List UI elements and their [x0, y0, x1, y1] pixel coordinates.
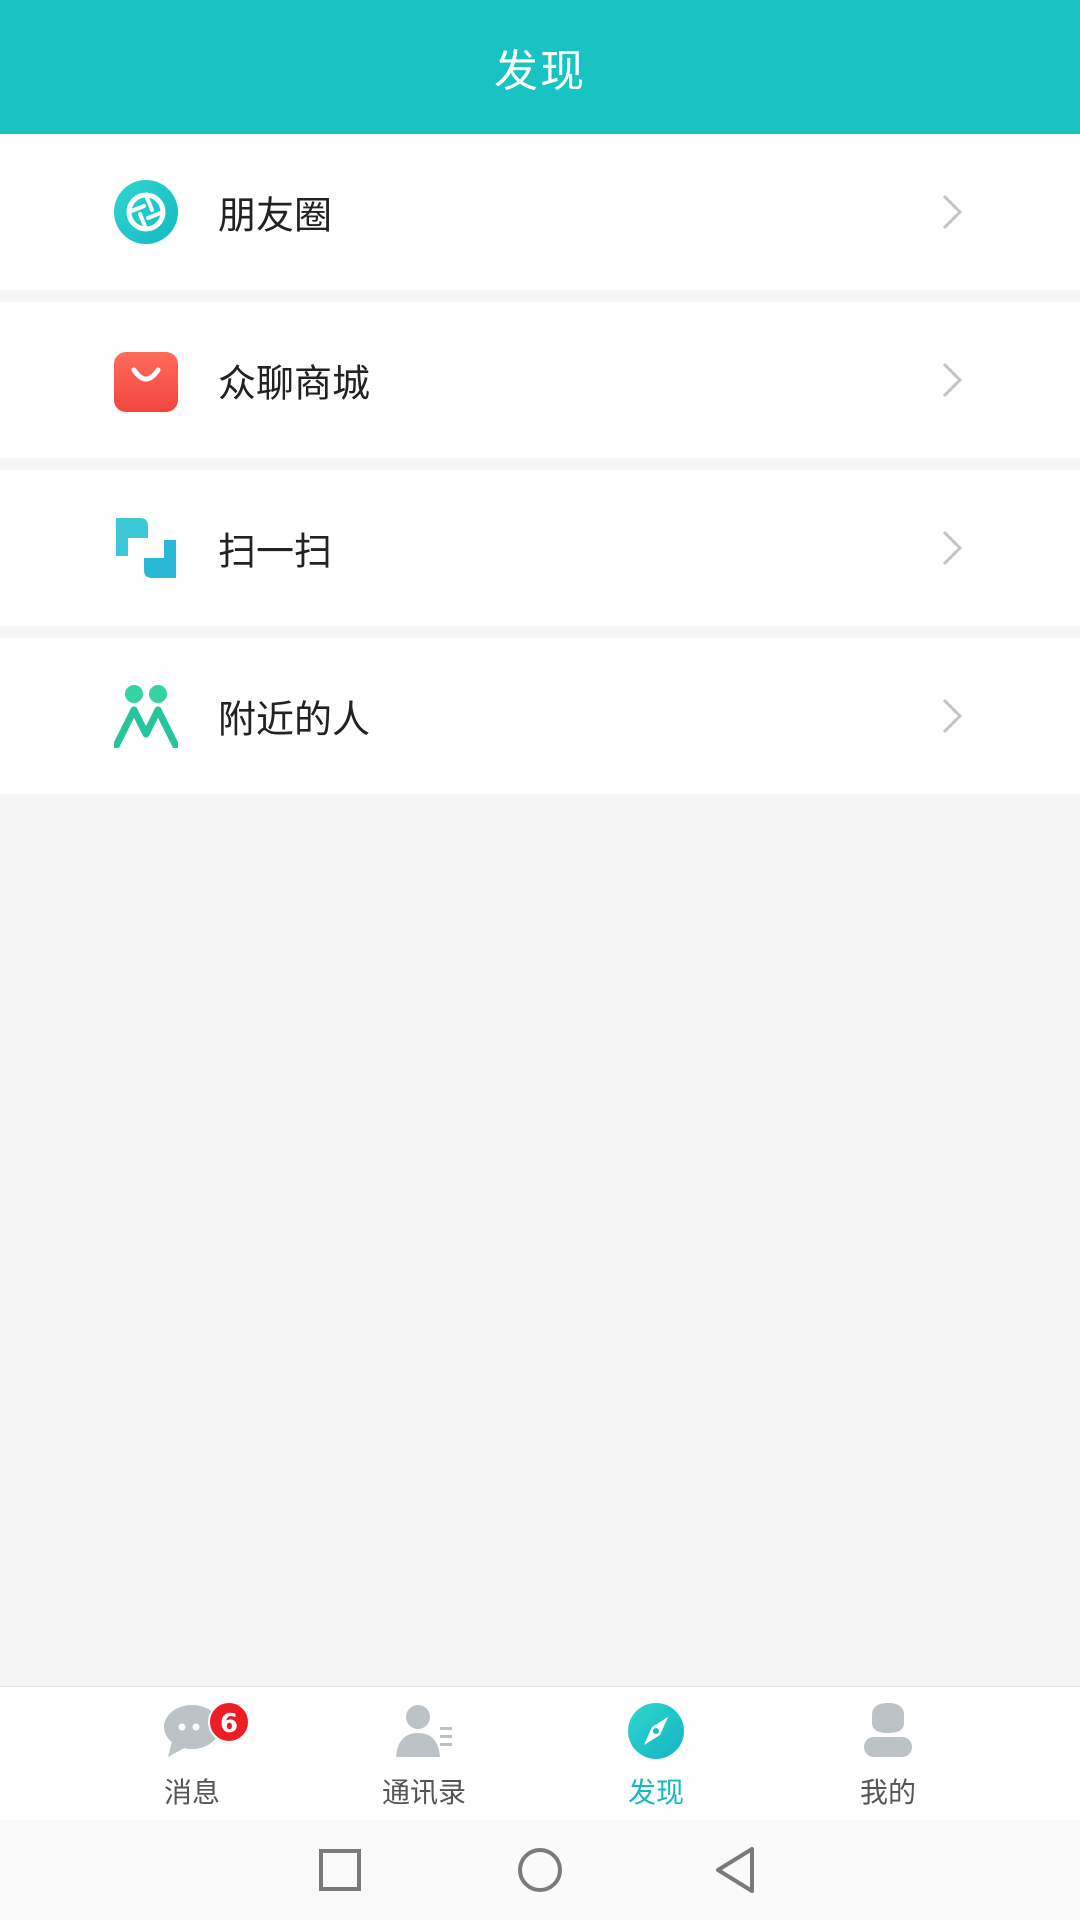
scan-icon	[114, 516, 178, 580]
unread-badge: 6	[208, 1701, 250, 1743]
chevron-right-icon	[940, 528, 964, 568]
back-triangle-icon[interactable]	[712, 1844, 764, 1896]
menu-item-nearby[interactable]: 附近的人	[0, 638, 1080, 794]
nearby-people-icon	[114, 684, 178, 748]
home-circle-icon[interactable]	[514, 1844, 566, 1896]
page-title: 发现	[494, 46, 586, 97]
menu-item-scan[interactable]: 扫一扫	[0, 470, 1080, 626]
moments-aperture-icon	[114, 180, 178, 244]
chevron-right-icon	[940, 192, 964, 232]
shopping-bag-icon	[114, 348, 178, 412]
menu-item-label: 众聊商城	[218, 361, 371, 406]
menu-item-moments[interactable]: 朋友圈	[0, 134, 1080, 290]
contacts-icon	[394, 1701, 454, 1761]
discover-menu: 朋友圈 众聊商城 扫一扫 附近的人	[0, 134, 1080, 794]
tab-me[interactable]: 我的	[788, 1687, 988, 1821]
profile-icon	[858, 1701, 918, 1761]
tab-label: 我的	[859, 1776, 916, 1809]
tab-messages[interactable]: 6 消息	[92, 1687, 292, 1821]
discover-screen: 发现 朋友圈 众聊商城 扫一扫 附近的人 6 消息 通讯录 发现 我的	[0, 0, 1080, 1920]
recents-square-icon[interactable]	[314, 1844, 366, 1896]
menu-item-label: 扫一扫	[218, 529, 333, 574]
tab-label: 通讯录	[381, 1776, 466, 1809]
menu-item-mall[interactable]: 众聊商城	[0, 302, 1080, 458]
menu-item-label: 附近的人	[218, 697, 371, 742]
tab-label: 消息	[163, 1776, 220, 1809]
chevron-right-icon	[940, 696, 964, 736]
menu-item-label: 朋友圈	[218, 193, 333, 238]
tab-label: 发现	[627, 1776, 684, 1809]
tab-contacts[interactable]: 通讯录	[324, 1687, 524, 1821]
system-navigation-bar	[0, 1820, 1080, 1920]
compass-icon	[626, 1701, 686, 1761]
bottom-tab-bar: 6 消息 通讯录 发现 我的	[0, 1686, 1080, 1820]
tab-discover[interactable]: 发现	[556, 1687, 756, 1821]
chevron-right-icon	[940, 360, 964, 400]
top-bar: 发现	[0, 0, 1080, 134]
